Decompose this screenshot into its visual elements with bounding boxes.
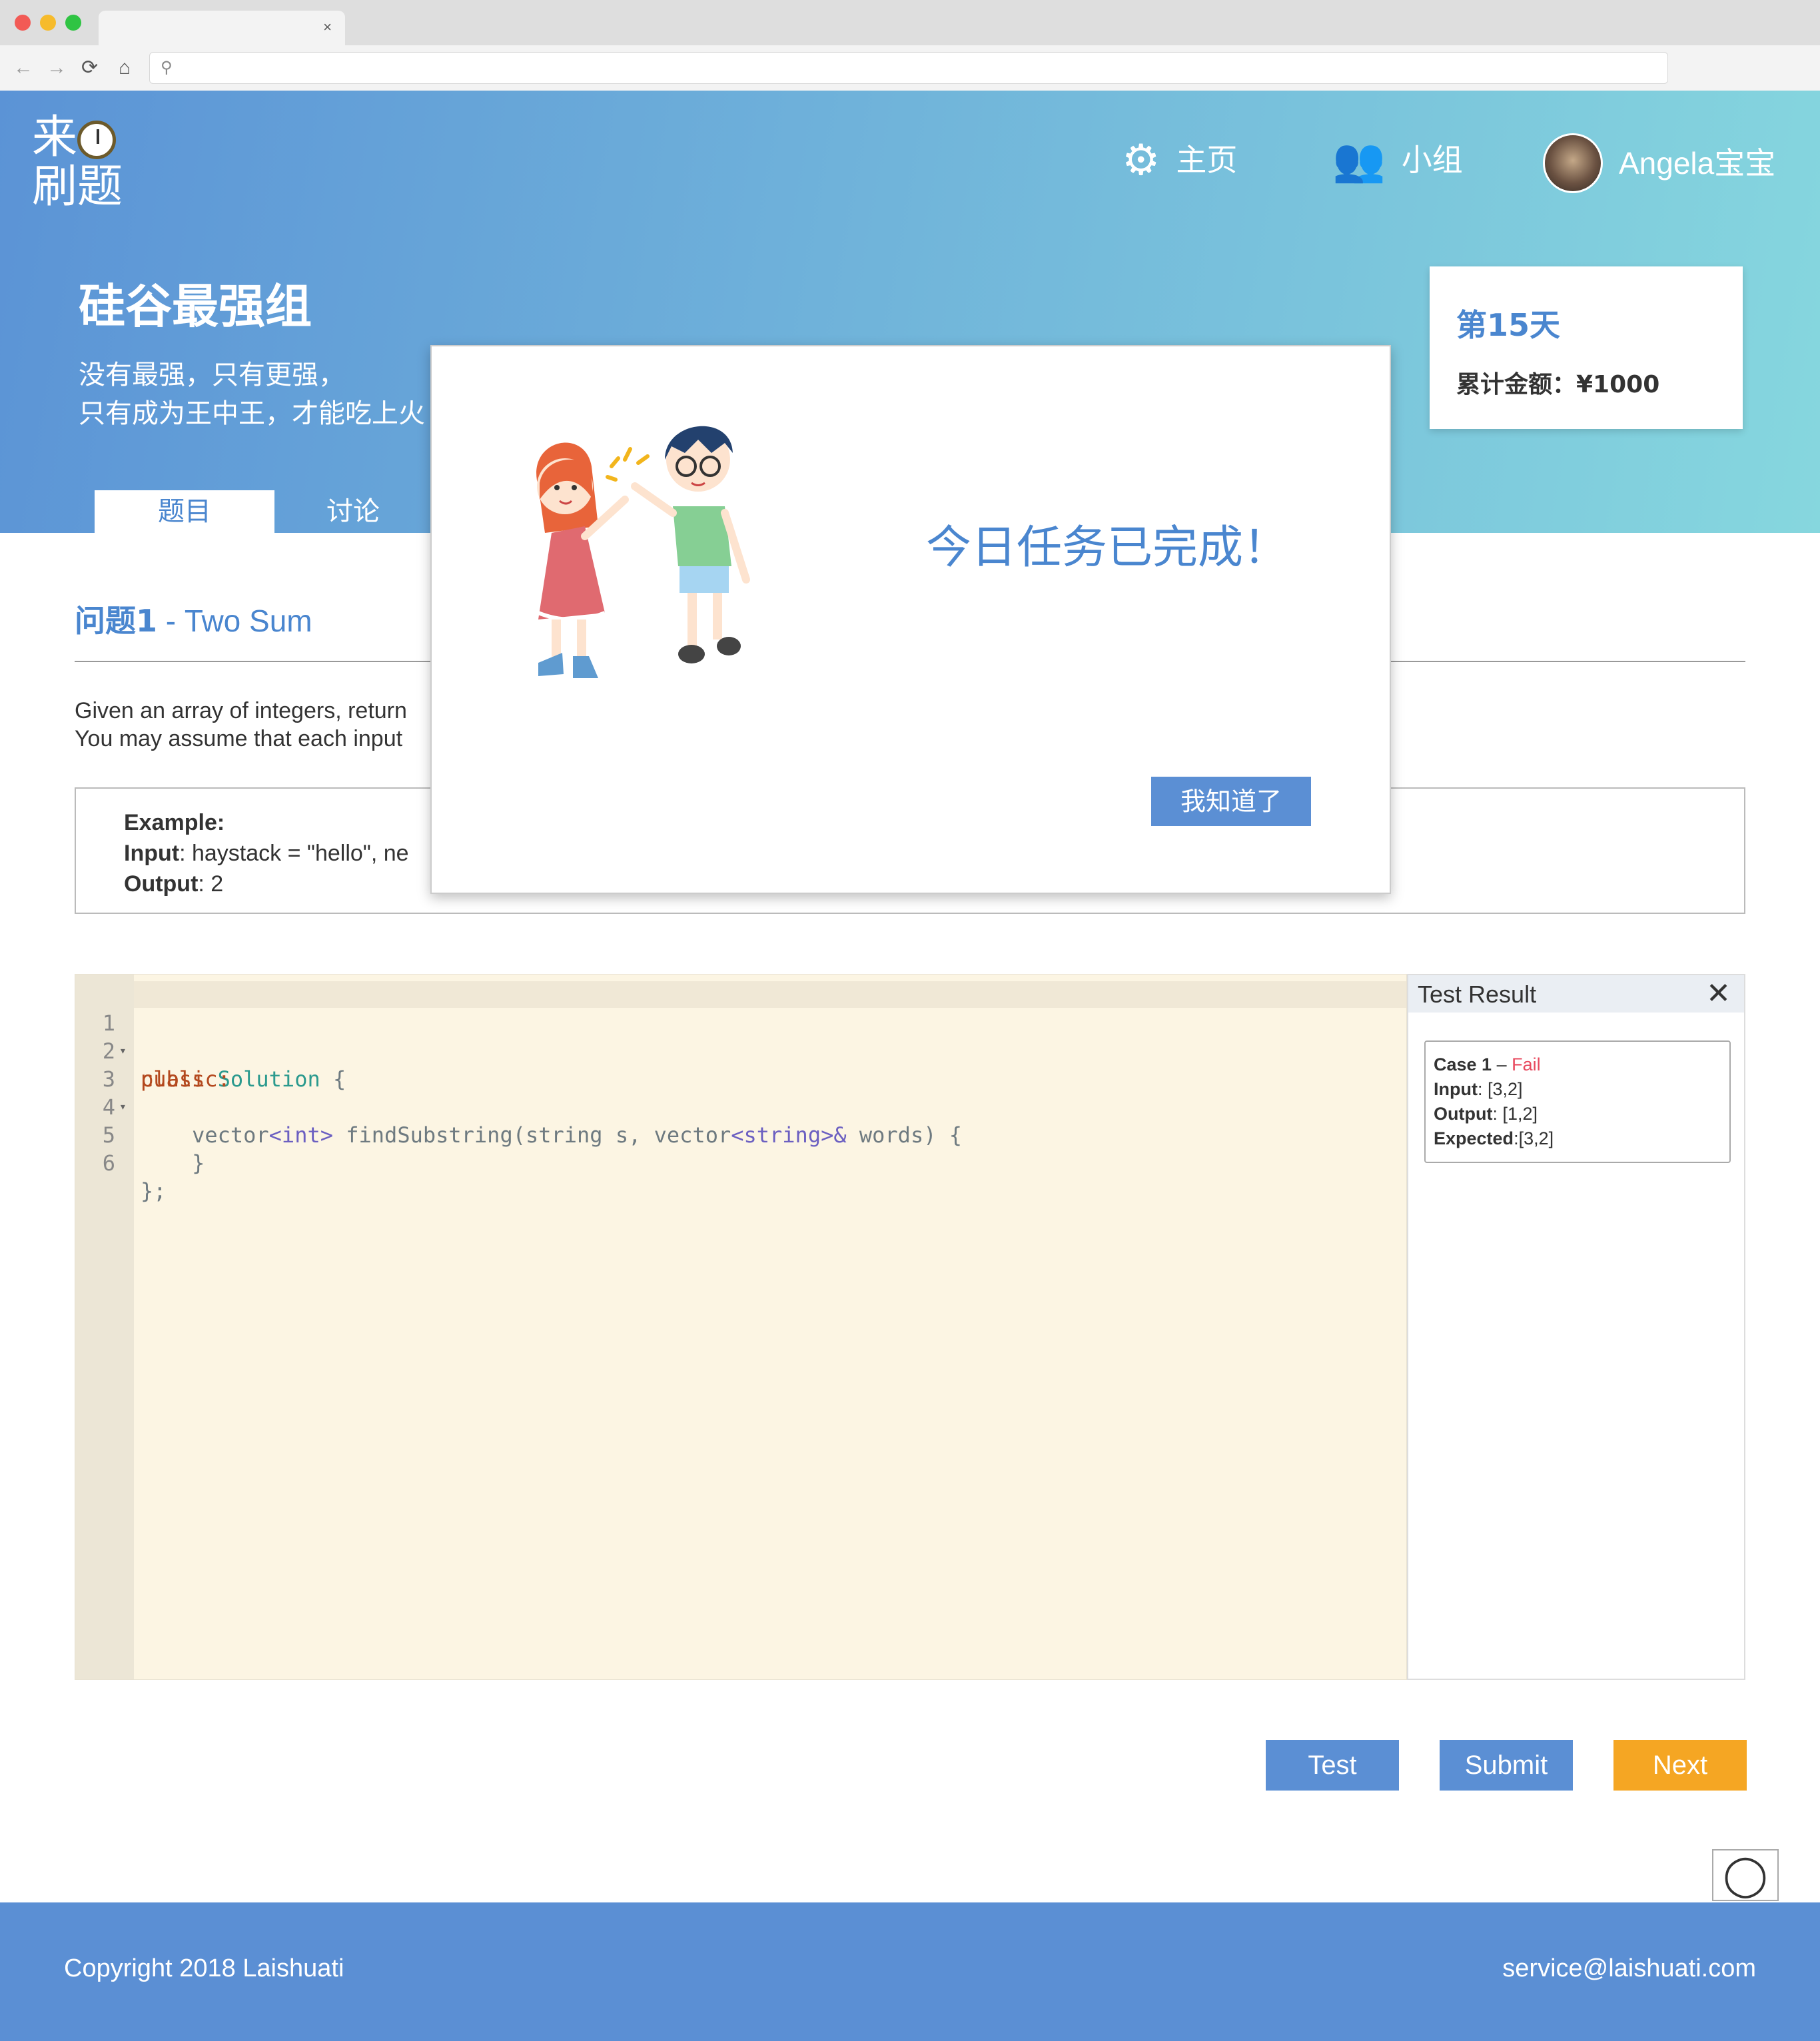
code-text: };	[141, 1178, 167, 1204]
line-number: 6	[102, 1150, 115, 1176]
total-amount: 累计金额：¥1000	[1456, 371, 1660, 398]
code-line: 4	[75, 1065, 127, 1120]
nav-home-label: 主页	[1176, 143, 1238, 177]
clock-icon	[77, 121, 117, 160]
address-bar[interactable]: ⚲	[149, 52, 1668, 84]
browser-tab-bar: ×	[0, 0, 1820, 45]
footer: Copyright 2018 Laishuati service@laishua…	[0, 1902, 1820, 2041]
day-count: 第15天	[1456, 307, 1561, 343]
example-label: Example:	[124, 810, 225, 835]
logo-text-bottom: 刷题	[32, 161, 123, 213]
code-text: findSubstring(string s, vector	[332, 1122, 731, 1148]
case-output-value: : [1,2]	[1492, 1104, 1538, 1124]
question-name: - Two Sum	[157, 604, 312, 638]
reload-icon[interactable]: ⟳	[81, 55, 98, 81]
example-output-label: Output	[124, 871, 199, 897]
submit-button[interactable]: Submit	[1440, 1740, 1573, 1791]
completion-modal: 今日任务已完成！ 我知道了	[430, 345, 1391, 894]
close-icon[interactable]: ✕	[1706, 978, 1731, 1010]
kids-high-five-illustration	[536, 426, 750, 678]
progress-card: 第15天 累计金额：¥1000	[1430, 266, 1743, 429]
acknowledge-button[interactable]: 我知道了	[1151, 777, 1311, 826]
code-line: 2 public:	[75, 1009, 230, 1092]
question-line-1: Given an array of integers, return	[75, 698, 407, 723]
case-input-value: : [3,2]	[1477, 1079, 1523, 1099]
test-case-card: Case 1 – Fail Input: [3,2] Output: [1,2]…	[1424, 1040, 1731, 1163]
user-name: Angela宝宝	[1619, 146, 1776, 181]
test-result-title: Test Result	[1418, 981, 1537, 1008]
users-icon: 👥	[1332, 136, 1386, 184]
browser-chrome: × ← → ⟳ ⌂ ⚲	[0, 0, 1820, 91]
code-line: 1 ▾ class Solution {	[75, 981, 346, 1092]
question-title: 问题1 - Two Sum	[75, 597, 312, 641]
site-logo[interactable]: 来 刷题	[32, 113, 123, 212]
nav-groups[interactable]: 👥 小组	[1332, 133, 1463, 187]
code-line: 6 };	[75, 1121, 167, 1204]
tab-problem[interactable]: 题目	[95, 490, 274, 533]
code-text: }	[141, 1150, 205, 1176]
avatar	[1543, 133, 1603, 193]
group-desc-line-1: 没有最强，只有更强，	[79, 360, 345, 390]
group-title: 硅谷最强组	[79, 279, 312, 334]
case-expected-label: Expected	[1434, 1128, 1514, 1148]
case-output-label: Output	[1434, 1104, 1493, 1124]
group-description: 没有最强，只有更强， 只有成为王中王，才能吃上火	[79, 356, 425, 433]
example-input-label: Input	[124, 841, 180, 866]
next-button[interactable]: Next	[1613, 1740, 1747, 1791]
code-text: {	[320, 1066, 346, 1092]
browser-nav-row: ← → ⟳ ⌂ ⚲	[0, 45, 1820, 91]
search-icon: ⚲	[161, 59, 173, 77]
code-line: 3 ▾ vector<int> findSubstring(string s, …	[75, 1037, 962, 1148]
contact-email[interactable]: service@laishuati.com	[1502, 1954, 1756, 1983]
case-dash: –	[1492, 1054, 1512, 1074]
keyword: public:	[141, 1066, 230, 1092]
question-number: 问题1	[75, 603, 158, 639]
chat-bubble-icon: ◯	[1723, 1852, 1768, 1897]
home-icon[interactable]: ⌂	[119, 55, 131, 81]
code-text: words) {	[846, 1122, 962, 1148]
case-expected-value: :[3,2]	[1514, 1128, 1554, 1148]
example-input-value: : haystack = "hello", ne	[179, 841, 409, 866]
forward-icon[interactable]: →	[47, 55, 67, 81]
copyright-text: Copyright 2018 Laishuati	[64, 1954, 344, 1982]
gear-icon: ⚙	[1122, 136, 1160, 184]
user-menu[interactable]: Angela宝宝	[1543, 133, 1775, 193]
case-status: Fail	[1512, 1054, 1541, 1074]
logo-text-top: 来	[32, 111, 78, 164]
browser-tab[interactable]: ×	[99, 11, 345, 45]
test-result-header: Test Result ✕	[1408, 975, 1744, 1013]
code-line: 5 }	[75, 1093, 205, 1176]
close-window-dot[interactable]	[15, 15, 31, 31]
type-name: Solution	[217, 1066, 320, 1092]
example-output-value: : 2	[198, 871, 224, 897]
template-arg: <int>	[268, 1122, 333, 1148]
back-icon[interactable]: ←	[13, 55, 33, 81]
nav-groups-label: 小组	[1401, 143, 1463, 177]
question-description: Given an array of integers, return You m…	[75, 697, 407, 753]
test-button[interactable]: Test	[1266, 1740, 1399, 1791]
question-line-2: You may assume that each input	[75, 726, 403, 751]
code-text: vector	[141, 1122, 269, 1148]
maximize-window-dot[interactable]	[65, 15, 81, 31]
feedback-button[interactable]: ◯	[1712, 1849, 1779, 1901]
tab-discussion[interactable]: 讨论	[280, 490, 426, 533]
case-input-label: Input	[1434, 1079, 1478, 1099]
case-label: Case 1	[1434, 1054, 1492, 1074]
nav-home[interactable]: ⚙ 主页	[1122, 133, 1237, 187]
test-result-panel: Test Result ✕ Case 1 – Fail Input: [3,2]…	[1407, 974, 1745, 1680]
code-editor[interactable]: 1 ▾ class Solution { 2 public: 3 ▾ vecto…	[75, 974, 1407, 1680]
active-line-highlight	[134, 981, 1406, 1008]
template-arg: <string>&	[731, 1122, 847, 1148]
tab-close-icon[interactable]: ×	[323, 19, 332, 36]
minimize-window-dot[interactable]	[40, 15, 56, 31]
group-desc-line-2: 只有成为王中王，才能吃上火	[79, 398, 425, 429]
completion-message: 今日任务已完成！	[926, 522, 1289, 574]
